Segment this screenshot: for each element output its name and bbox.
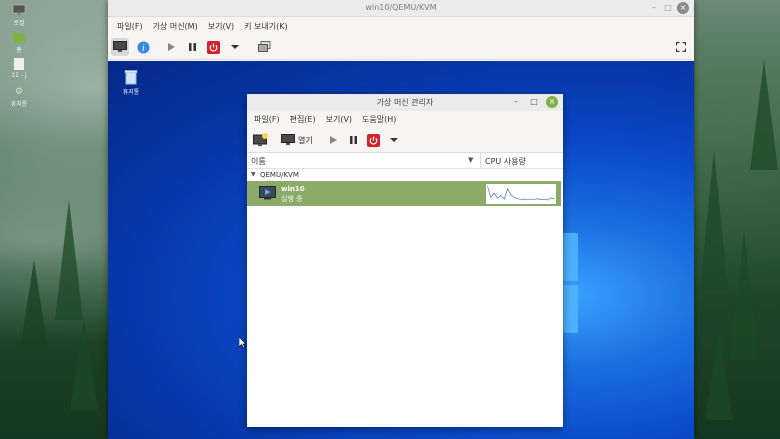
recycle-bin-icon: [124, 70, 138, 85]
desktop-icon-label: 홈: [16, 47, 22, 54]
shutdown-button[interactable]: [204, 38, 222, 56]
snapshots-button[interactable]: [255, 38, 273, 56]
vmm-titlebar[interactable]: 가상 머신 관리자 – □ ×: [247, 94, 563, 111]
menu-file[interactable]: 파일(F): [112, 21, 148, 32]
viewer-menubar: 파일(F) 가상 머신(M) 보기(V) 키 보내기(K): [108, 17, 694, 35]
wallpaper-tree: [705, 330, 733, 420]
computer-icon: [12, 4, 26, 15]
menu-view[interactable]: 보기(V): [203, 21, 239, 32]
vmm-pause-button[interactable]: [347, 131, 359, 149]
console-button[interactable]: [111, 38, 129, 56]
recycle-bin-label: 휴지통: [122, 89, 140, 96]
desktop-icon-label: 로컬: [13, 20, 25, 27]
wallpaper-tree: [55, 200, 83, 320]
sort-arrow-icon[interactable]: ▼: [468, 156, 473, 164]
virt-manager-window: 가상 머신 관리자 – □ × 파일(F) 편집(E) 보기(V) 도움말(H): [247, 94, 563, 427]
mouse-cursor-icon: [239, 337, 247, 349]
wallpaper-tree: [700, 150, 728, 290]
monitor-icon: [113, 41, 127, 52]
column-separator[interactable]: [480, 153, 481, 168]
maximize-button[interactable]: □: [662, 2, 674, 14]
viewer-titlebar[interactable]: win10/QEMU/KVM – □ ×: [108, 0, 694, 17]
wallpaper-tree: [750, 60, 778, 170]
vmm-minimize-button[interactable]: –: [510, 96, 522, 108]
trash-icon: ⚙: [14, 87, 24, 97]
play-icon: [167, 43, 175, 51]
vmm-menubar: 파일(F) 편집(E) 보기(V) 도움말(H): [247, 111, 563, 128]
wallpaper-tree: [20, 260, 48, 350]
new-vm-icon: [252, 133, 268, 146]
desktop-icon-label: 11 - J: [11, 72, 27, 79]
open-button[interactable]: 열기: [281, 131, 313, 149]
svg-text:i: i: [142, 44, 145, 54]
vmm-menu-edit[interactable]: 편집(E): [285, 114, 321, 125]
desktop-icon-file[interactable]: 11 - J: [6, 58, 32, 79]
vmm-toolbar: 열기: [247, 128, 563, 153]
vm-list-header: 이름 ▼ CPU 사용량: [247, 153, 563, 169]
info-icon: i: [137, 41, 149, 54]
fullscreen-button[interactable]: [672, 38, 690, 56]
play-icon: [329, 136, 337, 144]
desktop-icon-computer[interactable]: 로컬: [6, 4, 32, 27]
expander-arrow-icon[interactable]: ▼: [251, 171, 256, 178]
close-button[interactable]: ×: [677, 2, 689, 14]
recycle-bin-shortcut[interactable]: 휴지통: [118, 69, 144, 96]
snapshots-icon: [257, 41, 270, 52]
column-name[interactable]: 이름: [251, 156, 266, 167]
pause-button[interactable]: [183, 38, 201, 56]
viewer-window: win10/QEMU/KVM – □ × 파일(F) 가상 머신(M) 보기(V…: [108, 0, 694, 439]
wallpaper-tree: [70, 320, 98, 410]
vmm-menu-file[interactable]: 파일(F): [249, 114, 285, 125]
dropdown-arrow-icon: [231, 45, 239, 49]
run-button[interactable]: [162, 38, 180, 56]
menu-virtual-machine[interactable]: 가상 머신(M): [148, 21, 203, 32]
viewer-toolbar: i: [108, 35, 694, 60]
vmm-shutdown-menu-button[interactable]: [389, 131, 399, 149]
vm-status: 실행 중: [281, 195, 303, 203]
connection-row[interactable]: ▼ QEMU/KVM: [247, 169, 563, 181]
dropdown-arrow-icon: [390, 138, 398, 142]
minimize-button[interactable]: –: [648, 2, 660, 14]
connection-label: QEMU/KVM: [260, 171, 299, 179]
shutdown-menu-button[interactable]: [226, 38, 244, 56]
vmm-menu-view[interactable]: 보기(V): [321, 114, 357, 125]
column-cpu-usage[interactable]: CPU 사용량: [485, 156, 526, 167]
details-button[interactable]: i: [134, 38, 152, 56]
vm-monitor-icon: [259, 186, 276, 200]
pause-icon: [188, 43, 196, 51]
new-vm-button[interactable]: [251, 131, 269, 149]
vmm-run-button[interactable]: [327, 131, 339, 149]
viewer-title: win10/QEMU/KVM: [365, 3, 437, 12]
vmm-shutdown-button[interactable]: [366, 131, 380, 149]
cpu-usage-graph: [486, 184, 556, 204]
pause-icon: [349, 136, 357, 144]
vmm-close-button[interactable]: ×: [546, 96, 558, 108]
vm-row[interactable]: win10 실행 중: [247, 181, 561, 206]
guest-desktop[interactable]: 휴지통 가상 머신 관리자 – □ × 파일(F) 편집(E) 보기(V) 도움…: [108, 61, 694, 439]
vm-name: win10: [281, 185, 305, 193]
vmm-maximize-button[interactable]: □: [528, 96, 540, 108]
open-button-label: 열기: [298, 135, 313, 145]
desktop-icon-trash[interactable]: ⚙ 휴지통: [6, 87, 32, 108]
desktop-icon-label: 휴지통: [10, 101, 28, 108]
vmm-menu-help[interactable]: 도움말(H): [357, 114, 401, 125]
desktop-icon-home[interactable]: 홈: [6, 32, 32, 54]
wallpaper-tree: [730, 230, 758, 360]
cpu-usage-line: [487, 186, 555, 201]
power-icon: [206, 40, 220, 54]
menu-send-key[interactable]: 키 보내기(K): [239, 21, 292, 32]
power-icon: [366, 133, 380, 147]
fullscreen-icon: [676, 42, 686, 52]
file-icon: [14, 58, 24, 70]
monitor-icon: [281, 134, 295, 145]
folder-icon: [13, 32, 25, 43]
